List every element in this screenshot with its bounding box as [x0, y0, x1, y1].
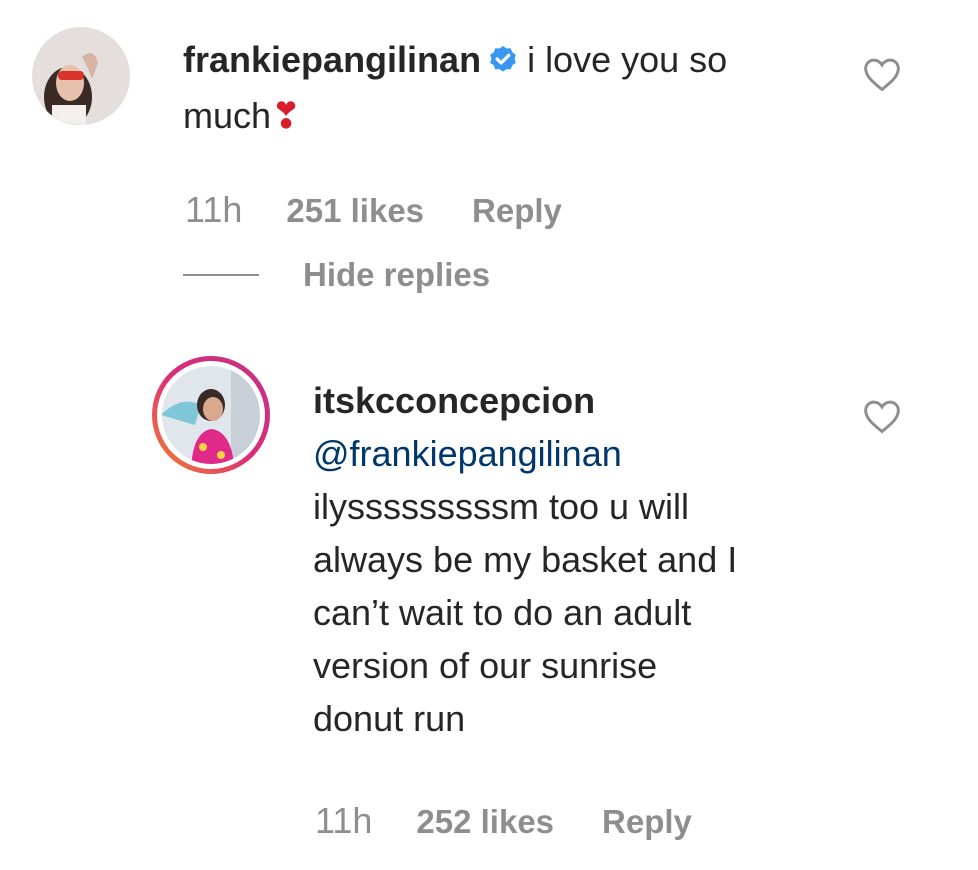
comment-time[interactable]: 11h — [185, 189, 242, 231]
comment-text: frankiepangilinan i love you so much❣ — [183, 34, 833, 142]
hide-replies-divider — [183, 274, 259, 276]
reply-meta: 11h 252 likes Reply — [315, 800, 692, 842]
reply-text-line1: ilysssssssssm too u will — [313, 486, 690, 527]
reply-text-line3: can’t wait to do an adult — [313, 592, 692, 633]
reply-time[interactable]: 11h — [315, 800, 372, 842]
reply-reply-button[interactable]: Reply — [602, 803, 692, 841]
reply-like-heart-icon[interactable] — [862, 398, 902, 439]
like-heart-icon[interactable] — [862, 56, 902, 97]
heart-exclamation-emoji: ❣ — [271, 95, 302, 136]
reply-text-line2: always be my basket and I — [313, 539, 738, 580]
reply-text: itskcconcepcion @frankiepangilinan ilyss… — [313, 374, 833, 745]
comment-text-line1: i love you so — [527, 39, 728, 80]
reply-mention-link[interactable]: @frankiepangilinan — [313, 427, 833, 480]
reply-username[interactable]: itskcconcepcion — [313, 374, 833, 427]
reply-text-line4: version of our sunrise — [313, 645, 658, 686]
comment-likes[interactable]: 251 likes — [286, 192, 424, 230]
hide-replies-button[interactable]: Hide replies — [303, 256, 490, 294]
reply-avatar[interactable] — [151, 355, 271, 475]
comment-meta: 11h 251 likes Reply — [185, 189, 562, 231]
reply-text-line5: donut run — [313, 698, 466, 739]
commenter-avatar[interactable] — [32, 27, 130, 125]
comment-username[interactable]: frankiepangilinan — [183, 39, 481, 80]
comment-text-line2: much — [183, 95, 272, 136]
comment-reply-button[interactable]: Reply — [472, 192, 562, 230]
reply-likes[interactable]: 252 likes — [416, 803, 554, 841]
verified-badge-icon — [487, 38, 519, 90]
